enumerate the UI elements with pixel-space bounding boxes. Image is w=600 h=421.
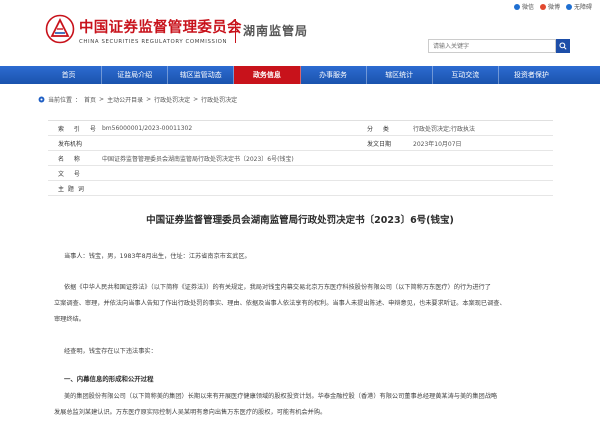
toplink-wechat[interactable]: 微信 xyxy=(513,2,534,11)
nav-investor-protection[interactable]: 投资者保护 xyxy=(499,66,564,84)
breadcrumb-catalog[interactable]: 主动公开目录 xyxy=(107,95,143,104)
location-icon xyxy=(38,96,45,103)
nav-statistics[interactable]: 辖区统计 xyxy=(367,66,433,84)
breadcrumb-home[interactable]: 首页 xyxy=(84,95,96,104)
index-value: bm56000001/2023-00011302 xyxy=(102,124,193,132)
docno-label: 文 号 xyxy=(58,170,84,178)
nav-government-info[interactable]: 政务信息 xyxy=(234,66,301,84)
info-row: 名 称 中国证券监督管理委员会湖南监管局行政处罚决定书〔2023〕6号(钱宝) xyxy=(48,151,553,166)
logo-divider xyxy=(235,19,236,43)
info-row: 主 题 词 xyxy=(48,181,553,196)
info-row: 索 引 号 bm56000001/2023-00011302 分 类 行政处罚决… xyxy=(48,121,553,136)
breadcrumb-current[interactable]: 行政处罚决定 xyxy=(201,95,237,104)
search-box xyxy=(428,39,556,53)
category-label: 分 类 xyxy=(367,125,393,133)
nav-bureau-intro[interactable]: 证监局介绍 xyxy=(102,66,169,84)
toplink-accessibility[interactable]: 无障碍 xyxy=(565,2,592,11)
nav-home[interactable]: 首页 xyxy=(36,66,103,84)
csrc-logo-icon xyxy=(45,14,75,44)
body-paragraph: 当事人：钱宝，男，1983年8月出生，住址：江苏省南京市玄武区。 xyxy=(64,253,251,260)
weibo-icon xyxy=(539,3,546,10)
accessibility-icon xyxy=(565,3,572,10)
site-header: 中国证券监督管理委员会 CHINA SECURITIES REGULATORY … xyxy=(0,0,600,66)
breadcrumb-penalty[interactable]: 行政处罚决定 xyxy=(154,95,190,104)
bureau-name: 湖南监管局 xyxy=(243,24,309,38)
document-info-table: 索 引 号 bm56000001/2023-00011302 分 类 行政处罚决… xyxy=(48,120,553,196)
nav-services[interactable]: 办事服务 xyxy=(301,66,367,84)
category-value: 行政处罚决定;行政执法 xyxy=(413,125,476,133)
wechat-icon xyxy=(513,3,520,10)
breadcrumb: 当前位置： 首页 > 主动公开目录 > 行政处罚决定 > 行政处罚决定 xyxy=(38,95,237,104)
info-row: 文 号 xyxy=(48,166,553,181)
document-title: 中国证券监督管理委员会湖南监管局行政处罚决定书〔2023〕6号(钱宝) xyxy=(146,215,454,226)
subject-label: 主 题 词 xyxy=(58,185,85,193)
body-paragraph: 依据《中华人民共和国证券法》（以下简称《证券法》）的有关规定，我局对钱宝内幕交易… xyxy=(64,284,491,291)
name-value: 中国证券监督管理委员会湖南监管局行政处罚决定书〔2023〕6号(钱宝) xyxy=(102,155,294,163)
org-name-cn: 中国证券监督管理委员会 xyxy=(79,20,242,36)
org-name-en: CHINA SECURITIES REGULATORY COMMISSION xyxy=(79,39,228,45)
date-value: 2023年10月07日 xyxy=(413,140,462,148)
toplink-weibo[interactable]: 微博 xyxy=(539,2,560,11)
publisher-label: 发布机构 xyxy=(58,140,83,148)
nav-regulation-news[interactable]: 辖区监管动态 xyxy=(168,66,235,84)
date-label: 发文日期 xyxy=(367,140,392,148)
body-paragraph: 经查明，钱宝存在以下违法事实： xyxy=(64,348,157,355)
body-paragraph: 发展总监刘某建认识。万东医疗原实际控制人吴某明有意向出售万东医疗的股权，可能有机… xyxy=(54,409,327,416)
body-paragraph: 审理终结。 xyxy=(54,316,85,323)
nav-interaction[interactable]: 互动交流 xyxy=(433,66,499,84)
breadcrumb-label: 当前位置 xyxy=(48,97,73,104)
name-label: 名 称 xyxy=(58,155,84,163)
search-icon xyxy=(559,42,567,50)
search-input[interactable] xyxy=(429,40,541,52)
section-heading: 一、内幕信息的形成和公开过程 xyxy=(64,375,154,383)
top-links: 微信 微博 无障碍 xyxy=(513,2,592,11)
body-paragraph: 美的集团股份有限公司（以下简称美的集团）长期以来有开展医疗健康领域的股权投资计划… xyxy=(64,393,498,400)
main-nav: 首页 证监局介绍 辖区监管动态 政务信息 办事服务 辖区统计 互动交流 投资者保… xyxy=(0,66,600,84)
search-button[interactable] xyxy=(556,39,570,53)
body-paragraph: 立案调查、审理，并依法向当事人告知了作出行政处罚的事实、理由、依据及当事人依法享… xyxy=(54,300,506,307)
info-row: 发布机构 发文日期 2023年10月07日 xyxy=(48,136,553,151)
index-label: 索 引 号 xyxy=(58,125,100,133)
